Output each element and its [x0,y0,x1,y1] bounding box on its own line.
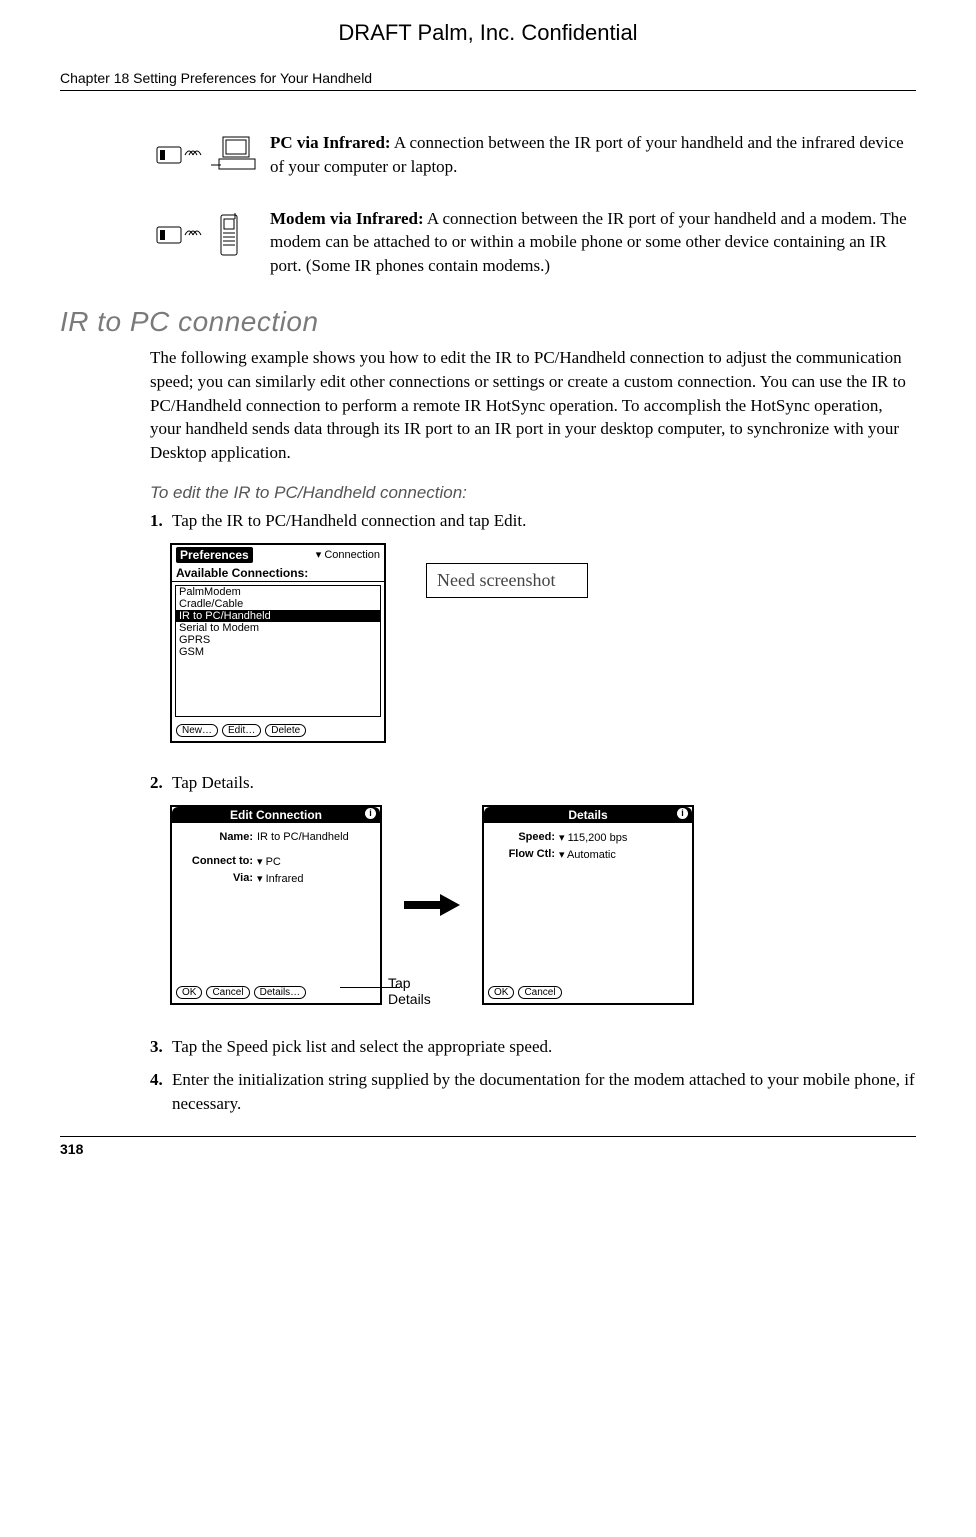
preferences-screenshot: Preferences ▾ Connection Available Conne… [170,543,386,743]
dialog-title: Edit Connection i [172,807,380,823]
ok-button[interactable]: OK [488,986,514,999]
name-field[interactable]: IR to PC/Handheld [257,831,349,843]
form-label: Connect to: [178,855,257,868]
dialog-title-text: Edit Connection [230,808,322,822]
list-item[interactable]: Serial to Modem [176,622,380,634]
edit-button[interactable]: Edit… [222,724,261,737]
speed-dropdown[interactable]: ▾ 115,200 bps [559,831,627,844]
form-label: Name: [178,831,257,843]
tap-details-callout: TapDetails [388,975,431,1007]
arrow-right-icon [402,890,462,920]
form-label: Via: [178,872,257,885]
step-number: 1. [150,509,172,533]
step-3: 3. Tap the Speed pick list and select th… [150,1035,916,1059]
list-item[interactable]: GPRS [176,634,380,646]
edit-connection-screenshot: Edit Connection i Name: IR to PC/Handhel… [170,805,382,1005]
definition-label: Modem via Infrared: [270,209,424,228]
step-text: Enter the initialization string supplied… [172,1068,916,1116]
list-item[interactable]: Cradle/Cable [176,598,380,610]
screenshot-title: Preferences [176,547,253,563]
info-icon[interactable]: i [365,808,376,819]
form-label: Speed: [490,831,559,844]
definition-modem-via-infrared: Modem via Infrared: A connection between… [150,207,916,278]
definition-label: PC via Infrared: [270,133,391,152]
via-dropdown[interactable]: ▾ Infrared [257,872,304,885]
step-number: 2. [150,771,172,795]
list-item[interactable]: GSM [176,646,380,658]
list-item-selected[interactable]: IR to PC/Handheld [176,610,380,622]
step-number: 3. [150,1035,172,1059]
new-button[interactable]: New… [176,724,218,737]
dialog-title: Details i [484,807,692,823]
section-heading: IR to PC connection [60,306,916,338]
dialog-title-text: Details [568,808,607,822]
procedure-heading: To edit the IR to PC/Handheld connection… [150,483,916,503]
step-text: Tap Details. [172,771,916,795]
step-number: 4. [150,1068,172,1116]
definition-pc-via-infrared: PC via Infrared: A connection between th… [150,131,916,179]
delete-button[interactable]: Delete [265,724,306,737]
info-icon[interactable]: i [677,808,688,819]
screenshot-category-dropdown[interactable]: ▾ Connection [316,548,380,561]
draft-header: DRAFT Palm, Inc. Confidential [60,20,916,46]
list-item[interactable]: PalmModem [176,586,380,598]
ok-button[interactable]: OK [176,986,202,999]
page-number: 318 [60,1136,916,1157]
step-text: Tap the Speed pick list and select the a… [172,1035,916,1059]
body-paragraph: The following example shows you how to e… [150,346,916,465]
chapter-line: Chapter 18 Setting Preferences for Your … [60,70,916,91]
form-row: Name: IR to PC/Handheld [172,829,380,845]
step-2: 2. Tap Details. [150,771,916,795]
step-1: 1. Tap the IR to PC/Handheld connection … [150,509,916,533]
flow-ctl-dropdown[interactable]: ▾ Automatic [559,848,616,861]
handheld-to-phone-icon [150,207,270,278]
step-4: 4. Enter the initialization string suppl… [150,1068,916,1116]
form-row: Connect to: ▾ PC [172,853,380,870]
form-row: Speed: ▾ 115,200 bps [484,829,692,846]
connection-list[interactable]: PalmModem Cradle/Cable IR to PC/Handheld… [175,585,381,717]
need-screenshot-note: Need screenshot [426,563,588,599]
step-text: Tap the IR to PC/Handheld connection and… [172,509,916,533]
cancel-button[interactable]: Cancel [206,986,249,999]
form-label: Flow Ctl: [490,848,559,861]
form-row: Flow Ctl: ▾ Automatic [484,846,692,863]
handheld-to-pc-icon [150,131,270,179]
cancel-button[interactable]: Cancel [518,986,561,999]
details-button[interactable]: Details… [254,986,307,999]
screenshot-subtitle: Available Connections: [172,565,384,582]
form-row: Via: ▾ Infrared [172,870,380,887]
connect-to-dropdown[interactable]: ▾ PC [257,855,281,868]
details-screenshot: Details i Speed: ▾ 115,200 bps Flow Ctl:… [482,805,694,1005]
